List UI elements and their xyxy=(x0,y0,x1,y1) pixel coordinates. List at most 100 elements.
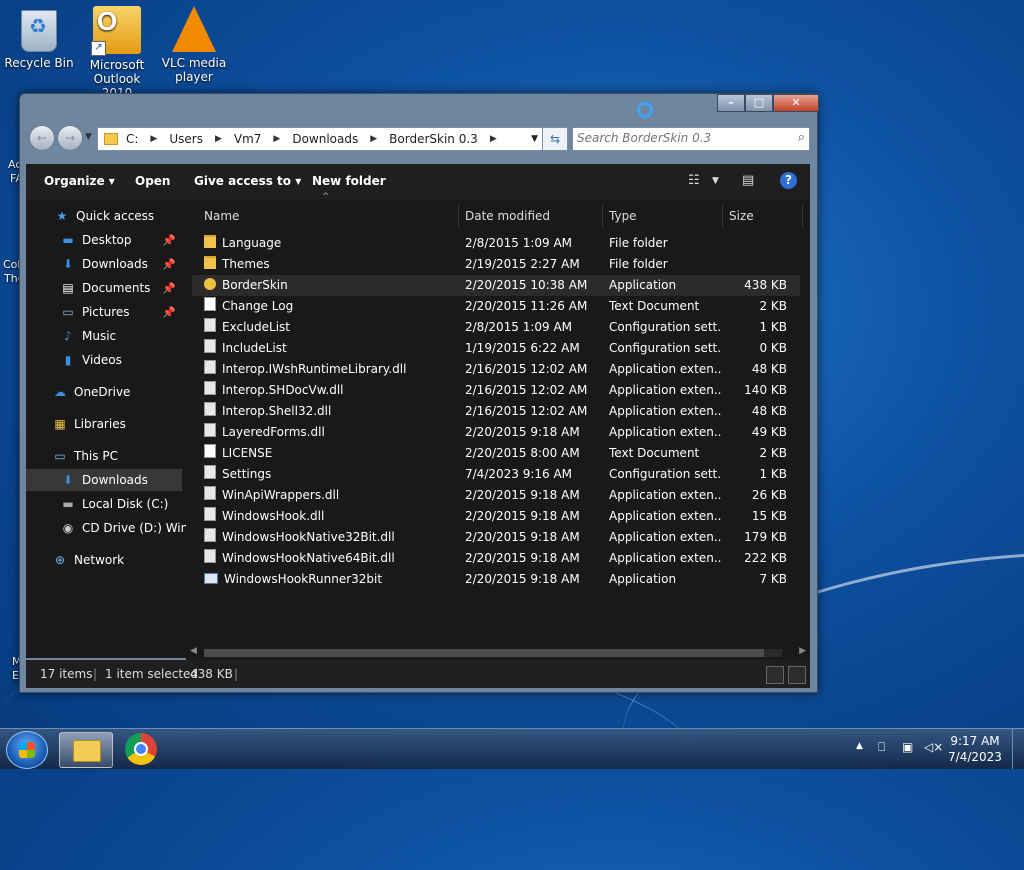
organize-button[interactable]: Organize ▾ xyxy=(44,174,115,188)
chevron-up-icon[interactable]: ▲ xyxy=(856,741,863,751)
pin-icon[interactable]: 📌 xyxy=(162,282,176,295)
file-row[interactable]: Themes 2/19/2015 2:27 AM File folder xyxy=(192,254,800,275)
column-header-name[interactable]: Name xyxy=(204,204,239,228)
sidebar-item-network[interactable]: ⊕ Network xyxy=(52,549,124,571)
breadcrumb-separator-icon[interactable]: ▶ xyxy=(490,134,497,144)
sidebar-item-downloads-selected[interactable]: ⬇ Downloads xyxy=(26,469,182,491)
device-icon[interactable]: ⎕ xyxy=(878,740,885,755)
sidebar-item-onedrive[interactable]: ☁ OneDrive xyxy=(52,381,130,403)
sidebar-item-music[interactable]: ♪ Music xyxy=(60,325,116,347)
view-options-dropdown[interactable]: ▼ xyxy=(712,176,719,186)
pin-icon[interactable]: 📌 xyxy=(162,258,176,271)
file-row[interactable]: Change Log 2/20/2015 11:26 AM Text Documen… xyxy=(192,296,800,317)
preview-pane-icon[interactable]: ▤ xyxy=(742,173,754,188)
pin-icon[interactable]: 📌 xyxy=(162,234,176,247)
sidebar-item-this-pc[interactable]: ▭ This PC xyxy=(52,445,118,467)
maximize-button[interactable]: □ xyxy=(745,94,773,112)
file-date: 2/20/2015 9:18 AM xyxy=(465,425,580,439)
address-history-dropdown[interactable]: ▼ xyxy=(531,134,538,144)
sidebar-item-downloads[interactable]: ⬇ Downloads xyxy=(60,253,148,275)
sidebar-item-documents[interactable]: ▤ Documents xyxy=(60,277,150,299)
scrollbar-thumb[interactable] xyxy=(204,649,764,657)
desktop-icon-vlc[interactable]: VLC media player xyxy=(156,6,232,84)
file-name: Change Log xyxy=(204,296,459,317)
file-row[interactable]: WindowsHook.dll 2/20/2015 9:18 AM Applicat… xyxy=(192,506,800,527)
file-row[interactable]: BorderSkin 2/20/2015 10:38 AM Application 4… xyxy=(192,275,800,296)
horizontal-scrollbar[interactable]: ◀ ▶ xyxy=(186,646,810,660)
explorer-window[interactable]: – □ ✕ ← → ▼ C: ▶ Users ▶ Vm7 ▶ Downloads ▶ B… xyxy=(19,93,819,693)
help-button[interactable]: ? xyxy=(780,172,797,189)
breadcrumb-separator-icon[interactable]: ▶ xyxy=(370,134,377,144)
breadcrumb-separator-icon[interactable]: ▶ xyxy=(215,134,222,144)
address-bar[interactable]: C: ▶ Users ▶ Vm7 ▶ Downloads ▶ BorderSkin 0.… xyxy=(97,127,543,151)
search-box[interactable]: ⌕ xyxy=(572,127,810,151)
breadcrumb-item[interactable]: Users xyxy=(169,132,203,146)
file-size: 7 KB xyxy=(759,572,787,586)
file-row[interactable]: WindowsHookNative64Bit.dll 2/20/2015 9:18… xyxy=(192,548,800,569)
search-input[interactable] xyxy=(573,128,781,148)
file-row[interactable]: Settings 7/4/2023 9:16 AM Configuration se… xyxy=(192,464,800,485)
file-row[interactable]: Interop.Shell32.dll 2/16/2015 12:02 AM App… xyxy=(192,401,800,422)
sidebar-item-videos[interactable]: ▮ Videos xyxy=(60,349,122,371)
large-icons-view-icon[interactable] xyxy=(788,666,806,684)
refresh-button[interactable]: ⇆ xyxy=(542,127,568,151)
column-divider[interactable] xyxy=(458,204,459,228)
file-type: Application exten... xyxy=(609,488,721,502)
breadcrumb-item[interactable]: Vm7 xyxy=(234,132,262,146)
show-desktop-button[interactable] xyxy=(1012,729,1024,769)
file-row[interactable]: Language 2/8/2015 1:09 AM File folder xyxy=(192,233,800,254)
forward-button[interactable]: → xyxy=(57,125,83,151)
search-icon[interactable]: ⌕ xyxy=(798,130,805,145)
column-divider[interactable] xyxy=(602,204,603,228)
sidebar-item-local-disk[interactable]: ▬ Local Disk (C:) xyxy=(60,493,168,515)
sidebar-item-libraries[interactable]: ▦ Libraries xyxy=(52,413,126,435)
file-row[interactable]: LayeredForms.dll 2/20/2015 9:18 AM Applica… xyxy=(192,422,800,443)
file-row[interactable]: IncludeList 1/19/2015 6:22 AM Configuratio… xyxy=(192,338,800,359)
sidebar-item-cd-drive[interactable]: ◉CD Drive (D:) Win10 xyxy=(60,517,186,539)
column-header-size[interactable]: Size xyxy=(729,204,754,228)
settings-file-icon xyxy=(204,381,216,395)
file-row[interactable]: WindowsHookNative32Bit.dll 2/20/2015 9:18… xyxy=(192,527,800,548)
file-type: Application exten... xyxy=(609,383,721,397)
sidebar-item-quick-access[interactable]: ★ Quick access xyxy=(54,205,155,227)
close-button[interactable]: ✕ xyxy=(773,94,819,112)
minimize-button[interactable]: – xyxy=(717,94,745,112)
desktop-icon-outlook[interactable]: ↗ Microsoft Outlook 2010 xyxy=(79,6,155,100)
taskbar-file-explorer[interactable] xyxy=(59,732,113,768)
open-button[interactable]: Open xyxy=(135,174,170,188)
scroll-right-icon[interactable]: ▶ xyxy=(799,646,806,656)
breadcrumb-item[interactable]: C: xyxy=(126,132,138,146)
file-row[interactable]: LICENSE 2/20/2015 8:00 AM Text Document 2 K… xyxy=(192,443,800,464)
column-header-type[interactable]: Type xyxy=(609,204,637,228)
file-size: 26 KB xyxy=(751,488,787,502)
recent-locations-button[interactable]: ▼ xyxy=(85,132,92,142)
breadcrumb-item[interactable]: Downloads xyxy=(292,132,358,146)
breadcrumb-separator-icon[interactable]: ▶ xyxy=(150,134,157,144)
sidebar-item-pictures[interactable]: ▭ Pictures xyxy=(60,301,129,323)
start-button[interactable] xyxy=(6,731,48,769)
new-folder-button[interactable]: New folder xyxy=(312,174,386,188)
sidebar-item-desktop[interactable]: ▬ Desktop xyxy=(60,229,131,251)
file-type: File folder xyxy=(609,257,668,271)
column-divider[interactable] xyxy=(722,204,723,228)
details-view-icon[interactable] xyxy=(766,666,784,684)
file-row[interactable]: ExcludeList 2/8/2015 1:09 AM Configuration… xyxy=(192,317,800,338)
breadcrumb-separator-icon[interactable]: ▶ xyxy=(273,134,280,144)
clock[interactable]: 9:17 AM 7/4/2023 xyxy=(940,733,1010,765)
file-row[interactable]: WinApiWrappers.dll 2/20/2015 9:18 AM Appli… xyxy=(192,485,800,506)
file-date: 2/20/2015 9:18 AM xyxy=(465,530,580,544)
desktop-icon-recycle-bin[interactable]: Recycle Bin xyxy=(1,6,77,70)
file-row[interactable]: Interop.IWshRuntimeLibrary.dll 2/16/2015 … xyxy=(192,359,800,380)
column-divider[interactable] xyxy=(802,204,803,228)
file-row[interactable]: WindowsHookRunner32bit 2/20/2015 9:18 AM A… xyxy=(192,569,800,590)
file-row[interactable]: Interop.SHDocVw.dll 2/16/2015 12:02 AM App… xyxy=(192,380,800,401)
column-header-date[interactable]: Date modified xyxy=(465,204,550,228)
back-button[interactable]: ← xyxy=(29,125,55,151)
taskbar-chrome-icon[interactable] xyxy=(125,733,157,765)
scroll-left-icon[interactable]: ◀ xyxy=(190,646,197,656)
pin-icon[interactable]: 📌 xyxy=(162,306,176,319)
breadcrumb-item[interactable]: BorderSkin 0.3 xyxy=(389,132,478,146)
give-access-button[interactable]: Give access to ▾ xyxy=(194,174,301,188)
change-view-icon[interactable]: ☷ xyxy=(688,173,700,188)
network-icon[interactable]: ▣ xyxy=(902,740,913,754)
